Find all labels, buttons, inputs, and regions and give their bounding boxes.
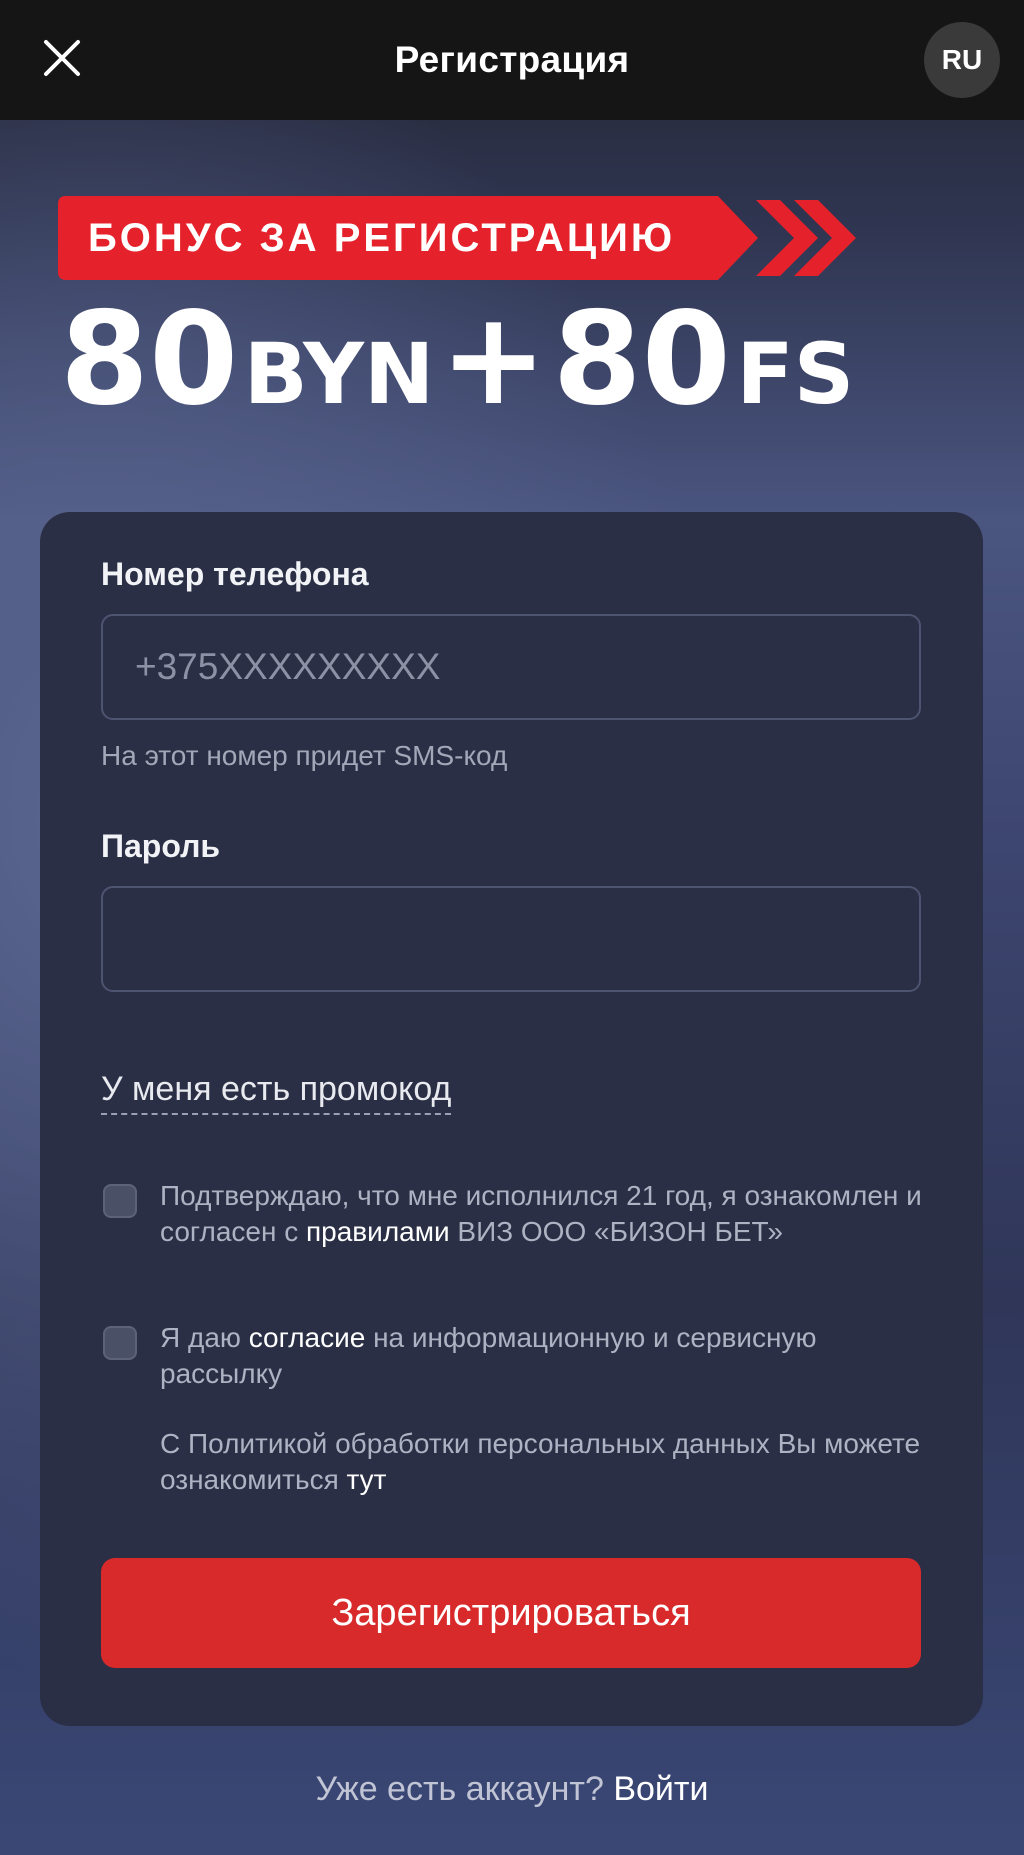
phone-label: Номер телефона — [101, 556, 369, 592]
promo-code-link[interactable]: У меня есть промокод — [101, 1070, 452, 1115]
login-prompt: Уже есть аккаунт? Войти — [0, 1770, 1024, 1809]
phone-input[interactable] — [101, 614, 921, 720]
login-link[interactable]: Войти — [613, 1770, 708, 1808]
mailing-consent-checkbox[interactable] — [103, 1326, 137, 1360]
bonus-plus: + — [439, 285, 548, 434]
close-button[interactable] — [36, 32, 88, 84]
language-button[interactable]: RU — [924, 22, 1000, 98]
banner-text: БОНУС ЗА РЕГИСТРАЦИЮ — [88, 216, 676, 260]
bonus-money-amount: 80 — [60, 285, 239, 434]
password-label: Пароль — [101, 828, 221, 864]
bonus-amount: 80 BYN + 80 FS — [60, 290, 1000, 468]
mailing-consent-text: Я даю согласие на информационную и серви… — [160, 1322, 817, 1389]
registration-form: Номер телефона На этот номер придет SMS-… — [40, 512, 983, 1726]
bonus-banner: БОНУС ЗА РЕГИСТРАЦИЮ — [58, 196, 858, 280]
consent-link[interactable]: согласие — [249, 1322, 366, 1353]
phone-hint: На этот номер придет SMS-код — [101, 740, 508, 771]
bonus-currency: BYN — [243, 325, 435, 423]
page-title: Регистрация — [394, 39, 630, 80]
rules-link[interactable]: правилами — [306, 1216, 450, 1247]
register-button[interactable]: Зарегистрироваться — [101, 1558, 921, 1668]
password-input[interactable] — [101, 886, 921, 992]
policy-link[interactable]: тут — [347, 1464, 387, 1495]
close-icon — [44, 40, 80, 76]
policy-text: С Политикой обработки персональных данны… — [160, 1428, 921, 1495]
top-bar: Регистрация RU — [0, 0, 1024, 120]
bonus-spins-unit: FS — [736, 325, 855, 423]
login-question: Уже есть аккаунт? — [315, 1770, 604, 1808]
age-consent-checkbox[interactable] — [103, 1184, 137, 1218]
bonus-spins-amount: 80 — [552, 285, 731, 434]
age-consent-text: Подтверждаю, что мне исполнился 21 год, … — [160, 1180, 922, 1247]
